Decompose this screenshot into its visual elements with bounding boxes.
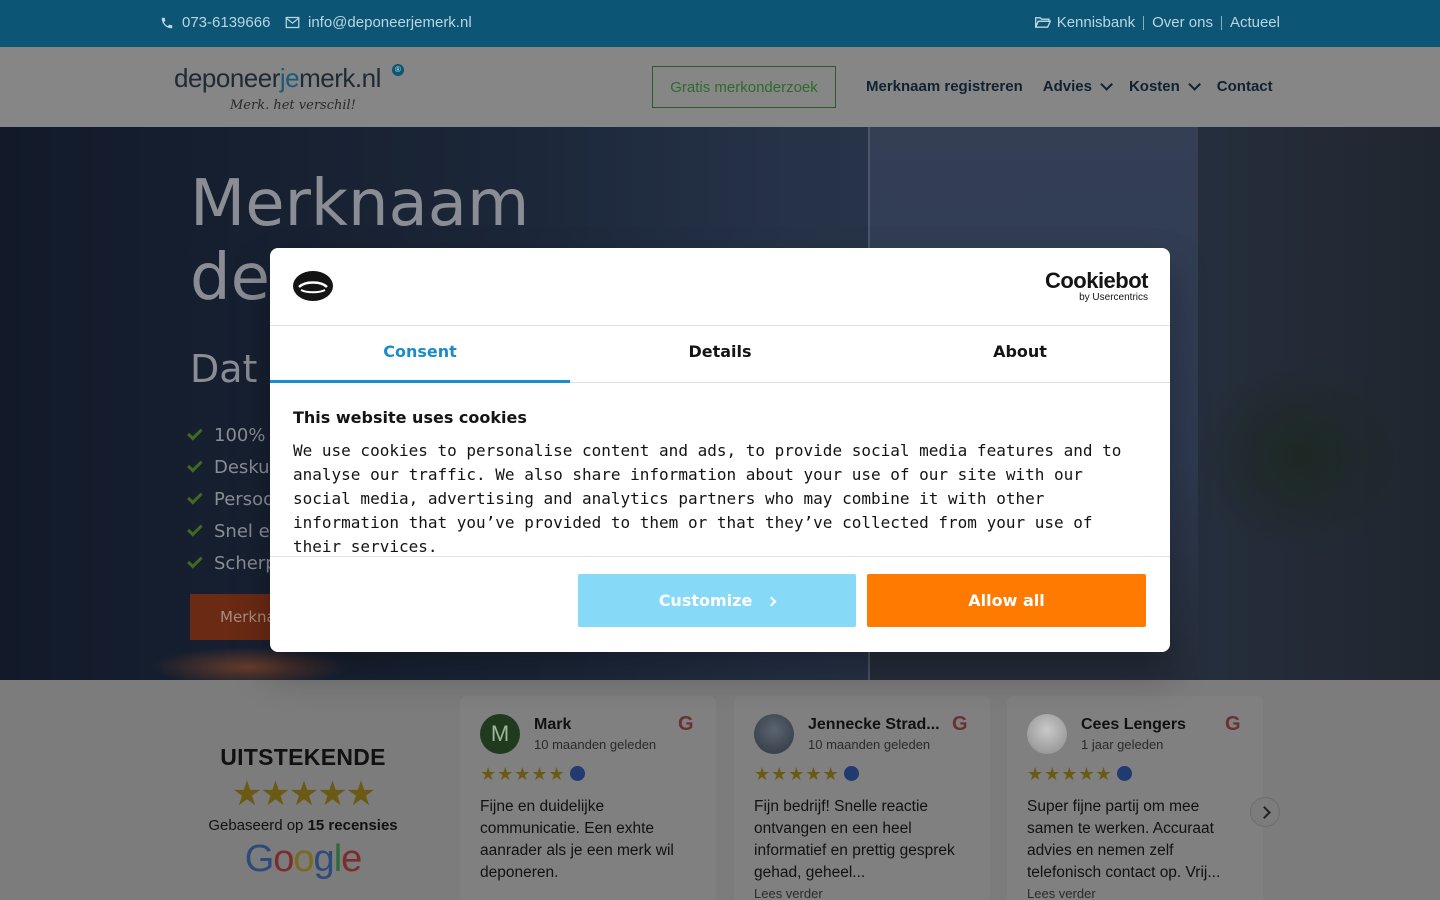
verified-badge-icon	[843, 765, 859, 781]
nav-item-merknaam-registreren[interactable]: Merknaam registreren	[866, 78, 1023, 95]
read-more-link[interactable]: Lees verder	[754, 886, 823, 900]
dialog-text: We use cookies to personalise content an…	[293, 441, 1122, 556]
google-g-icon: G	[678, 713, 694, 735]
check-icon	[187, 457, 203, 473]
envelope-icon	[285, 16, 300, 29]
check-icon	[187, 521, 203, 537]
verified-badge-icon	[1116, 765, 1132, 781]
cookiebot-logo-icon	[293, 271, 333, 301]
topbar-link-kennisbank[interactable]: Kennisbank	[1057, 14, 1135, 31]
google-logo-letter: o	[293, 838, 314, 880]
cookie-consent-dialog: Cookiebot by Usercentrics Consent Detail…	[270, 248, 1170, 652]
google-logo-letter: o	[273, 838, 294, 880]
email-link[interactable]: info@deponeerjemerk.nl	[285, 14, 472, 31]
tab-details[interactable]: Details	[570, 326, 870, 382]
nav-item-kosten[interactable]: Kosten	[1129, 78, 1201, 95]
top-bar: 073-6139666 info@deponeerjemerk.nl Kenni…	[0, 0, 1440, 47]
review-card: M Mark 10 maanden geleden G ★★★★★ Fijne …	[460, 696, 716, 900]
dialog-body: This website uses cookies We use cookies…	[293, 408, 1143, 559]
check-icon	[187, 489, 203, 505]
google-g-icon: G	[1225, 713, 1241, 735]
review-stars: ★★★★★	[480, 764, 585, 785]
review-time: 10 maanden geleden	[808, 737, 931, 752]
logo-wordmark: deponeerjemerk.nl	[174, 63, 381, 93]
divider	[1220, 15, 1222, 30]
phone-icon	[161, 17, 173, 28]
google-logo-letter: e	[341, 838, 362, 880]
star-rating: ★★★★★	[231, 774, 376, 814]
review-count: Gebaseerd op 15 recensies	[208, 817, 398, 834]
review-time: 1 jaar geleden	[1081, 737, 1164, 752]
chevron-right-icon	[766, 596, 777, 607]
nav-item-advies[interactable]: Advies	[1043, 78, 1113, 95]
main-nav: Merknaam registreren Advies Kosten Conta…	[866, 78, 1293, 95]
google-g-icon: G	[952, 713, 968, 735]
check-icon	[187, 553, 203, 569]
list-item: Persoo	[187, 483, 283, 515]
reviewer-name: Cees Lengers	[1081, 716, 1186, 733]
topbar-link-actueel[interactable]: Actueel	[1230, 14, 1280, 31]
avatar: M	[480, 714, 520, 754]
google-logo-letter: g	[313, 838, 335, 880]
reviewer-name: Mark	[534, 716, 572, 733]
dialog-title: This website uses cookies	[293, 408, 527, 427]
topbar-links: Kennisbank Over ons Actueel	[1034, 14, 1280, 31]
dialog-header: Cookiebot by Usercentrics	[270, 248, 1170, 326]
free-trademark-check-button[interactable]: Gratis merkonderzoek	[652, 66, 836, 108]
review-text: Fijn bedrijf! Snelle reactie ontvangen e…	[754, 798, 955, 881]
phone-link[interactable]: 073-6139666	[160, 14, 270, 31]
review-stars: ★★★★★	[1027, 764, 1132, 785]
logo-tagline: Merk. het verschil!	[230, 98, 356, 113]
site-header: deponeerjemerk.nl ® Merk. het verschil! …	[0, 47, 1440, 127]
list-item: Snel er	[187, 515, 283, 547]
read-more-link[interactable]: Lees verder	[1027, 886, 1096, 900]
tab-consent[interactable]: Consent	[270, 326, 570, 383]
divider	[1143, 15, 1145, 30]
customize-button[interactable]: Customize	[578, 574, 856, 627]
tab-about[interactable]: About	[870, 326, 1170, 382]
google-logo: Google	[190, 838, 416, 881]
nav-item-contact[interactable]: Contact	[1217, 78, 1273, 95]
registered-mark: ®	[392, 64, 404, 76]
list-item: Deskur	[187, 451, 283, 483]
carousel-next-button[interactable]	[1250, 797, 1280, 827]
google-logo-letter: G	[244, 838, 275, 880]
rating-summary: UITSTEKENDE ★★★★★ Gebaseerd op 15 recens…	[190, 744, 416, 881]
chevron-down-icon	[1100, 78, 1113, 91]
rating-word: UITSTEKENDE	[220, 744, 386, 770]
cookiebot-brand[interactable]: Cookiebot by Usercentrics	[1045, 270, 1149, 304]
reviewer-name: Jennecke Strad...	[808, 716, 940, 733]
reviews-section: UITSTEKENDE ★★★★★ Gebaseerd op 15 recens…	[0, 680, 1440, 900]
dialog-tabs: Consent Details About	[270, 326, 1170, 383]
folder-open-icon	[1034, 17, 1051, 28]
chevron-down-icon	[1188, 78, 1201, 91]
list-item: Scherp	[187, 547, 283, 579]
email-address: info@deponeerjemerk.nl	[308, 14, 472, 31]
topbar-link-over-ons[interactable]: Over ons	[1152, 14, 1213, 31]
dialog-footer: Customize Allow all	[270, 556, 1170, 652]
avatar	[754, 714, 794, 754]
allow-all-button[interactable]: Allow all	[867, 574, 1146, 627]
review-text: Fijne en duidelijke communicatie. Een ex…	[480, 798, 674, 881]
check-icon	[187, 425, 203, 441]
review-card: Jennecke Strad... 10 maanden geleden G ★…	[734, 696, 990, 900]
list-item: 100% g	[187, 419, 283, 451]
hero-bullets: 100% g Deskur Persoo Snel er Scherp	[187, 419, 283, 579]
review-text: Super fijne partij om mee samen te werke…	[1027, 798, 1221, 881]
review-stars: ★★★★★	[754, 764, 859, 785]
review-time: 10 maanden geleden	[534, 737, 657, 752]
verified-badge-icon	[569, 765, 585, 781]
phone-number: 073-6139666	[182, 14, 271, 31]
site-logo[interactable]: deponeerjemerk.nl ® Merk. het verschil!	[174, 61, 414, 117]
avatar	[1027, 714, 1067, 754]
review-card: Cees Lengers 1 jaar geleden G ★★★★★ Supe…	[1007, 696, 1263, 900]
